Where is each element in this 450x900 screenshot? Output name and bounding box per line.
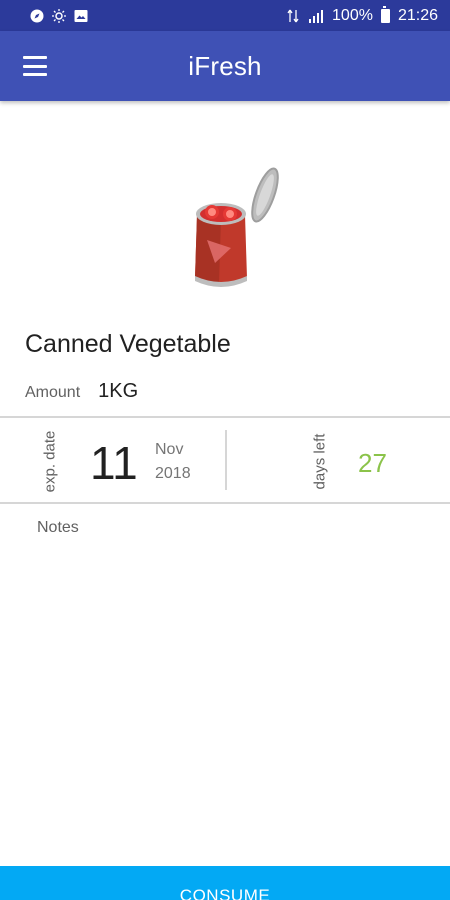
app-bar: iFresh xyxy=(0,31,450,101)
app-title: iFresh xyxy=(188,50,262,81)
consume-button[interactable]: CONSUME xyxy=(0,866,450,900)
vertical-separator xyxy=(225,430,227,490)
notes-field[interactable]: Notes xyxy=(37,519,79,537)
brightness-icon xyxy=(52,8,66,23)
divider xyxy=(0,502,450,504)
exp-date-year[interactable]: 2018 xyxy=(155,465,191,483)
image-notification-icon xyxy=(74,9,88,22)
hamburger-line xyxy=(23,73,47,76)
days-left-value: 27 xyxy=(358,448,387,478)
compass-icon xyxy=(30,9,44,22)
product-name: Canned Vegetable xyxy=(25,330,231,358)
battery-percentage: 100% xyxy=(332,6,373,24)
exp-date-label-text: exp. date xyxy=(41,430,59,492)
days-left-label: days left xyxy=(298,425,342,497)
battery-icon xyxy=(380,5,390,23)
days-left-label-text: days left xyxy=(311,433,329,489)
hamburger-menu-icon xyxy=(23,56,47,59)
signal-icon xyxy=(309,9,324,23)
status-left xyxy=(30,8,88,23)
status-bar: 100% 21:26 xyxy=(0,0,450,31)
amount-row: Amount 1KG xyxy=(25,380,138,403)
status-right: 100% 21:26 xyxy=(286,5,438,25)
status-time: 21:26 xyxy=(397,6,438,24)
canned-tomato-icon xyxy=(195,167,279,287)
exp-date-label: exp. date xyxy=(30,425,70,497)
amount-value[interactable]: 1KG xyxy=(98,380,138,403)
exp-date-day[interactable]: 11 xyxy=(90,436,138,490)
data-transfer-icon xyxy=(287,9,299,22)
hamburger-line xyxy=(23,64,47,68)
exp-date-month[interactable]: Nov xyxy=(155,441,183,459)
divider xyxy=(0,416,450,418)
screen: 100% 21:26 iFresh Canned Vegetable Amoun… xyxy=(0,0,450,900)
menu-button[interactable] xyxy=(20,53,50,79)
amount-label: Amount xyxy=(25,384,81,401)
